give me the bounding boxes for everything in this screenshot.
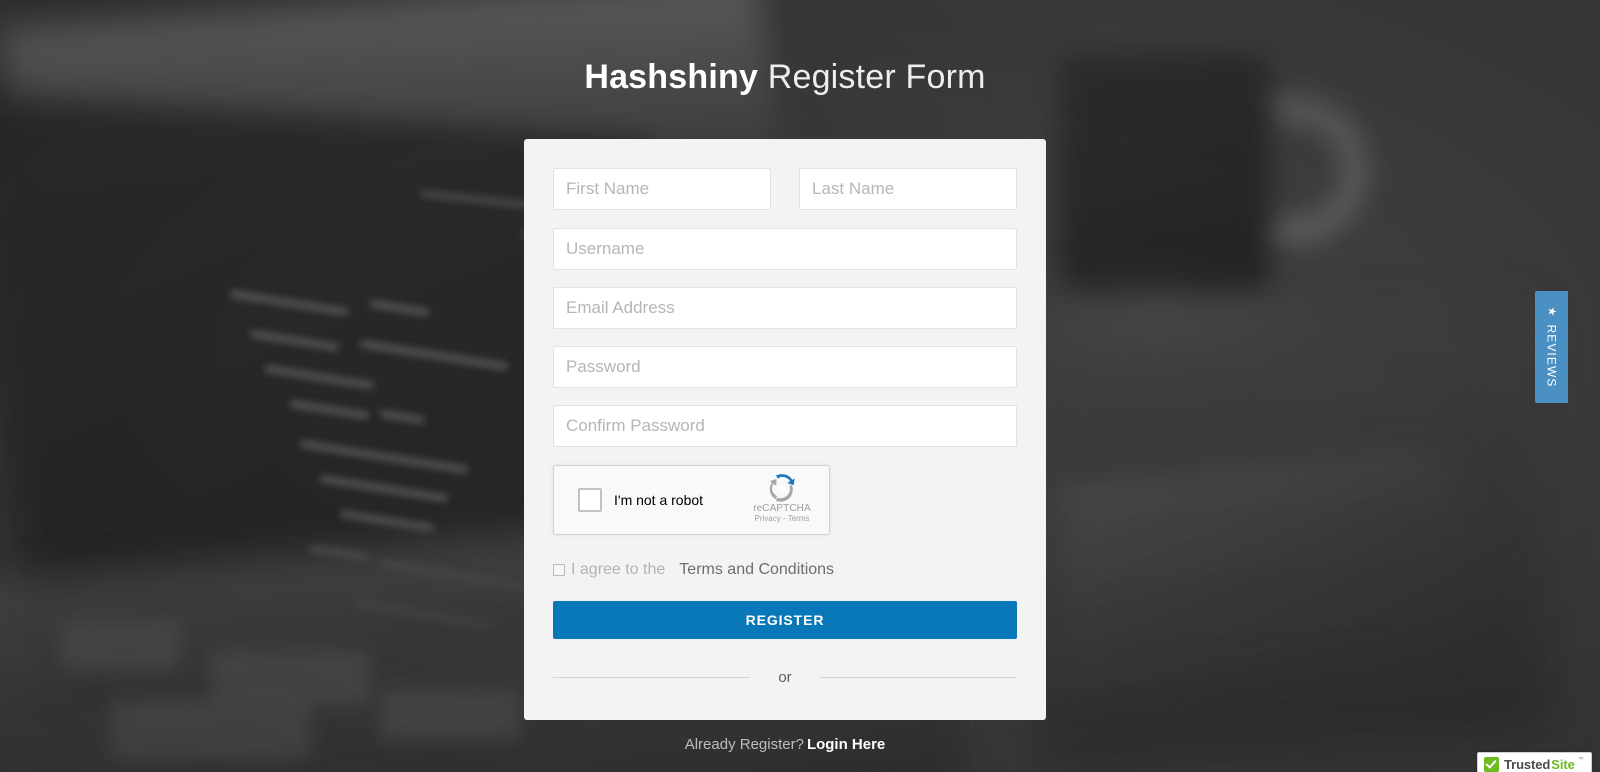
terms-agree-label: I agree to the [571, 561, 666, 578]
email-input[interactable] [553, 287, 1017, 329]
terms-and-conditions-link[interactable]: Terms and Conditions [679, 561, 834, 579]
divider-line-left [553, 677, 751, 678]
recaptcha-branding: reCAPTCHA Privacy - Terms [743, 472, 821, 523]
recaptcha-legal-separator: - [780, 514, 788, 523]
check-icon [1484, 756, 1499, 772]
recaptcha-privacy-link[interactable]: Privacy [755, 514, 781, 523]
first-name-input[interactable] [553, 168, 771, 210]
name-row [553, 168, 1017, 210]
trustedsite-word-trusted: Trusted [1504, 756, 1551, 772]
or-label: or [778, 669, 792, 686]
terms-checkbox[interactable] [553, 564, 565, 576]
recaptcha-legal: Privacy - Terms [743, 514, 821, 523]
page-title-brand: Hashshiny [584, 58, 759, 96]
reviews-tab[interactable]: ★ REVIEWS [1535, 291, 1568, 403]
recaptcha-logo-icon [743, 472, 821, 502]
trustedsite-word-site: Site [1551, 756, 1575, 772]
recaptcha-label: I'm not a robot [614, 492, 704, 508]
login-here-link[interactable]: Login Here [807, 736, 885, 753]
page-title-rest: Register Form [758, 58, 986, 96]
footer: Already Register? Login Here [0, 736, 1570, 753]
or-divider: or [553, 669, 1017, 686]
recaptcha-widget[interactable]: I'm not a robot reCAPTCHA Privacy - Term… [553, 465, 830, 535]
recaptcha-checkbox[interactable] [578, 488, 602, 512]
trustedsite-trademark: ™ [1577, 757, 1584, 763]
username-input[interactable] [553, 228, 1017, 270]
terms-row: I agree to the Terms and Conditions [553, 561, 1017, 579]
recaptcha-brand-name: reCAPTCHA [753, 503, 811, 514]
recaptcha-terms-link[interactable]: Terms [788, 514, 810, 523]
confirm-password-input[interactable] [553, 405, 1017, 447]
last-name-input[interactable] [799, 168, 1017, 210]
page-title: Hashshiny Register Form [0, 56, 1570, 98]
register-button[interactable]: REGISTER [553, 601, 1017, 639]
already-register-label: Already Register? [684, 736, 804, 753]
trustedsite-badge[interactable]: Trusted Site ™ [1477, 752, 1592, 772]
divider-line-right [819, 677, 1017, 678]
password-input[interactable] [553, 346, 1017, 388]
star-icon: ★ [1546, 306, 1559, 318]
reviews-tab-inner: ★ REVIEWS [1545, 306, 1559, 387]
register-card: I'm not a robot reCAPTCHA Privacy - Term… [524, 139, 1046, 720]
reviews-tab-label: REVIEWS [1544, 324, 1559, 388]
